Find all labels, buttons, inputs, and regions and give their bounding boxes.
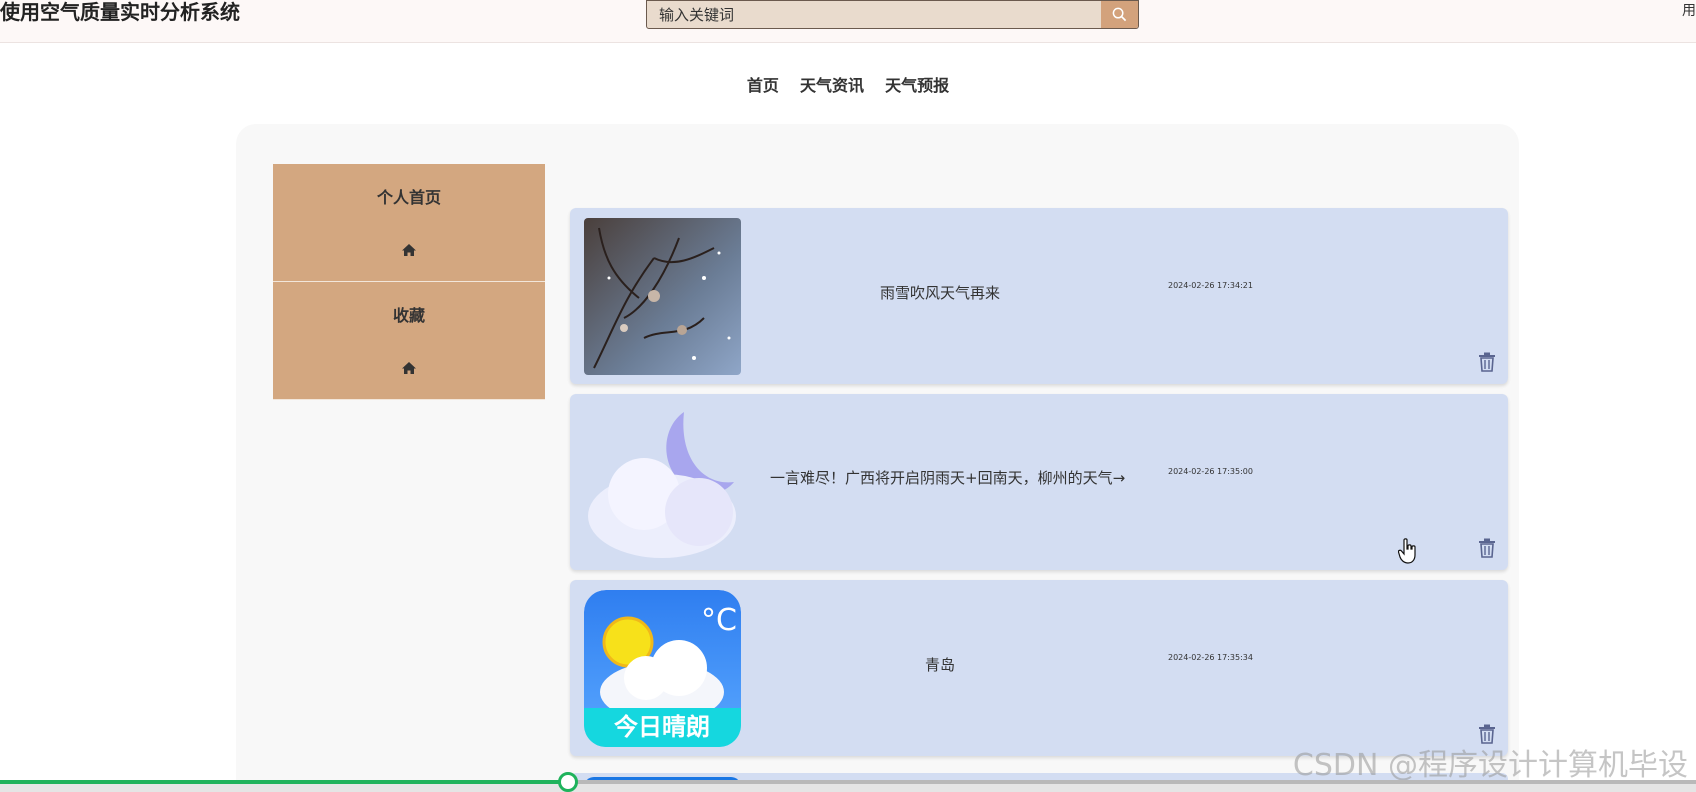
favorite-card[interactable]: 一言难尽！广西将开启阴雨天+回南天，柳州的天气→ 2024-02-26 17:3… <box>570 394 1508 570</box>
search-icon <box>1112 7 1127 22</box>
trash-icon[interactable] <box>1478 538 1496 558</box>
search-input[interactable] <box>647 1 1103 28</box>
card-time: 2024-02-26 17:34:21 <box>1168 281 1253 290</box>
card-title: 一言难尽！广西将开启阴雨天+回南天，柳州的天气→ <box>770 469 1126 487</box>
main-nav: 首页 天气资讯 天气预报 <box>0 72 1696 96</box>
header: 使用空气质量实时分析系统 用 <box>0 0 1696 43</box>
card-time: 2024-02-26 17:35:34 <box>1168 653 1253 662</box>
header-user-link[interactable]: 用 <box>1682 0 1696 20</box>
search-box <box>646 0 1139 29</box>
thumb-unit: °C <box>701 603 737 638</box>
progress-fill <box>0 780 568 784</box>
search-button[interactable] <box>1101 1 1138 28</box>
player-bar <box>0 784 1696 792</box>
sidebar: 个人首页 收藏 <box>273 164 545 400</box>
card-title: 雨雪吹风天气再来 <box>879 284 1000 302</box>
home-icon <box>402 362 416 374</box>
watermark: CSDN @程序设计计算机毕设 <box>1292 748 1688 783</box>
progress-knob[interactable] <box>558 772 578 792</box>
card-thumbnail-snow <box>584 218 741 375</box>
favorite-card[interactable]: 今日晴朗 °C 青岛 2024-02-26 17:35:34 <box>570 580 1508 756</box>
sidebar-item-label: 个人首页 <box>376 188 441 207</box>
page: 使用空气质量实时分析系统 用 首页 天气资讯 天气预报 个人首页 收藏 <box>0 0 1696 792</box>
nav-weather-news[interactable]: 天气资讯 <box>800 72 864 96</box>
card-thumbnail-weather-app: 今日晴朗 °C <box>584 590 741 747</box>
site-title: 使用空气质量实时分析系统 <box>0 0 240 24</box>
favorite-card[interactable]: 雨雪吹风天气再来 2024-02-26 17:34:21 <box>570 208 1508 384</box>
sidebar-item-label: 收藏 <box>392 306 425 325</box>
nav-weather-forecast[interactable]: 天气预报 <box>885 72 949 96</box>
nav-home[interactable]: 首页 <box>747 72 779 96</box>
trash-icon[interactable] <box>1478 352 1496 372</box>
sidebar-item-profile[interactable]: 个人首页 <box>273 164 545 282</box>
sidebar-item-favorites[interactable]: 收藏 <box>273 282 545 400</box>
card-thumbnail-cloud-moon <box>584 404 741 561</box>
card-title: 青岛 <box>924 656 955 674</box>
home-icon <box>402 244 416 256</box>
card-time: 2024-02-26 17:35:00 <box>1168 467 1253 476</box>
hand-cursor-icon <box>1398 538 1416 564</box>
thumb-caption: 今日晴朗 <box>614 713 710 741</box>
